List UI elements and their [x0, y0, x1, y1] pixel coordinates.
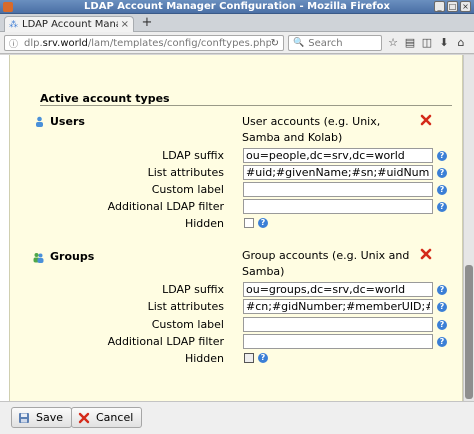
close-window-icon[interactable]: × [460, 1, 471, 12]
groups-delete-icon[interactable] [420, 248, 432, 260]
users-hidden-help-icon[interactable]: ? [258, 218, 268, 228]
window-titlebar: LDAP Account Manager Configuration - Moz… [0, 0, 474, 14]
tab-close-icon[interactable]: × [121, 19, 129, 30]
bookmark-star-icon[interactable]: ☆ [386, 35, 400, 51]
users-hidden-label: Hidden [184, 217, 224, 230]
users-custom-label-label: Custom label [151, 183, 224, 196]
users-delete-icon[interactable] [420, 114, 432, 126]
search-bar[interactable]: 🔍 [288, 35, 382, 51]
users-additional-filter-input[interactable] [243, 199, 433, 214]
home-icon[interactable]: ⌂ [454, 35, 468, 51]
users-ldap-suffix-label: LDAP suffix [162, 149, 224, 162]
groups-hidden-label: Hidden [184, 352, 224, 365]
navigation-bar: ⓘ dlp.srv.world/lam/templates/config/con… [0, 32, 474, 54]
url-text[interactable]: dlp.srv.world/lam/templates/config/conft… [24, 38, 271, 49]
cancel-icon [78, 412, 90, 423]
window-controls: _ □ × [434, 1, 471, 12]
groups-additional-filter-help-icon[interactable]: ? [437, 337, 447, 347]
groups-custom-label-input[interactable] [243, 317, 433, 332]
groups-ldap-suffix-help-icon[interactable]: ? [437, 285, 447, 295]
tab-lam-config[interactable]: ⁂ LDAP Account Manag... × [4, 16, 134, 32]
users-additional-filter-help-icon[interactable]: ? [437, 202, 447, 212]
save-button[interactable]: Save [11, 407, 73, 428]
account-types-panel: Active account types Users User accounts… [9, 55, 463, 401]
page-scrollbar[interactable] [463, 55, 474, 401]
users-list-attributes-help-icon[interactable]: ? [437, 168, 447, 178]
search-icon: 🔍 [293, 38, 305, 48]
groups-type-description: Group accounts (e.g. Unix and Samba) [242, 249, 410, 278]
window-title: LDAP Account Manager Configuration - Moz… [84, 1, 390, 12]
page-viewport: Active account types Users User accounts… [0, 55, 474, 401]
groups-list-attributes-help-icon[interactable]: ? [437, 302, 447, 312]
user-type-icon [36, 116, 43, 127]
users-hidden-checkbox[interactable] [244, 218, 254, 228]
users-list-attributes-input[interactable] [243, 165, 433, 180]
groups-custom-label-help-icon[interactable]: ? [437, 320, 447, 330]
cancel-button[interactable]: Cancel [71, 407, 143, 428]
toolbar-icons: ☆ ▤ ◫ ⬇ ⌂ ≡ [386, 35, 474, 51]
search-input[interactable] [308, 37, 379, 49]
group-type-icon [33, 253, 44, 263]
cancel-button-label: Cancel [96, 411, 134, 424]
users-custom-label-help-icon[interactable]: ? [437, 185, 447, 195]
groups-custom-label-label: Custom label [151, 318, 224, 331]
users-custom-label-input[interactable] [243, 182, 433, 197]
groups-type-name: Groups [50, 250, 95, 263]
new-tab-button[interactable]: + [139, 16, 155, 30]
groups-ldap-suffix-label: LDAP suffix [162, 283, 224, 296]
save-button-label: Save [36, 411, 64, 424]
lam-favicon-icon: ⁂ [9, 19, 18, 30]
users-type-name: Users [50, 115, 85, 128]
site-info-icon[interactable]: ⓘ [9, 37, 18, 50]
download-icon[interactable]: ⬇ [437, 35, 451, 51]
users-ldap-suffix-input[interactable] [243, 148, 433, 163]
url-bar[interactable]: ⓘ dlp.srv.world/lam/templates/config/con… [4, 35, 284, 51]
tab-title: LDAP Account Manag... [22, 19, 118, 30]
section-title: Active account types [40, 92, 170, 105]
url-path: /lam/templates/config/conftypes.php [87, 37, 271, 49]
users-type-description: User accounts (e.g. Unix, Samba and Kola… [242, 115, 381, 144]
reading-list-icon[interactable]: ▤ [403, 35, 417, 51]
groups-hidden-checkbox[interactable] [244, 353, 254, 363]
tab-strip: ⁂ LDAP Account Manag... × + [0, 14, 474, 32]
groups-list-attributes-input[interactable] [243, 299, 433, 314]
groups-ldap-suffix-input[interactable] [243, 282, 433, 297]
section-divider [40, 105, 452, 106]
reload-icon[interactable]: ↻ [271, 38, 279, 49]
url-domain: srv.world [42, 37, 88, 49]
users-ldap-suffix-help-icon[interactable]: ? [437, 151, 447, 161]
save-icon [19, 412, 29, 423]
users-additional-filter-label: Additional LDAP filter [107, 200, 224, 213]
bottom-button-bar: Save Cancel [0, 401, 474, 434]
maximize-icon[interactable]: □ [447, 1, 458, 12]
users-list-attributes-label: List attributes [147, 166, 224, 179]
pocket-icon[interactable]: ◫ [420, 35, 434, 51]
scrollbar-thumb[interactable] [465, 265, 473, 399]
groups-additional-filter-label: Additional LDAP filter [107, 335, 224, 348]
groups-list-attributes-label: List attributes [147, 300, 224, 313]
groups-additional-filter-input[interactable] [243, 334, 433, 349]
groups-hidden-help-icon[interactable]: ? [258, 353, 268, 363]
minimize-icon[interactable]: _ [434, 1, 445, 12]
url-prefix: dlp. [24, 37, 43, 49]
